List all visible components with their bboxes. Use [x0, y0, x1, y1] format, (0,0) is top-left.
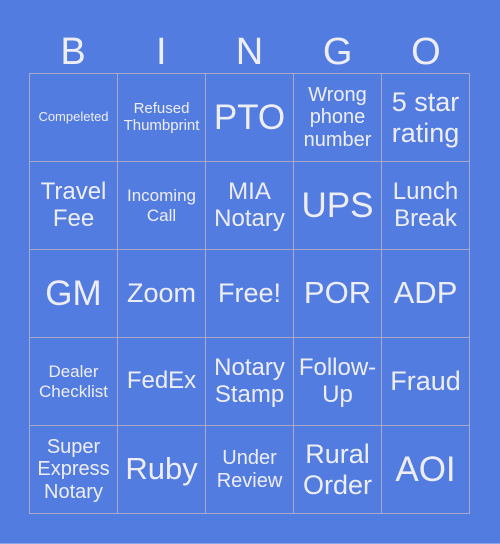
bingo-cell[interactable]: Follow-Up [294, 338, 382, 426]
bingo-cell-label: PTO [213, 97, 286, 137]
bingo-cell-label: Fraud [390, 366, 461, 397]
header-letter-i: I [156, 31, 167, 73]
bingo-cell[interactable]: Wrong phone number [294, 74, 382, 162]
bingo-cell-label: ADP [393, 275, 458, 311]
bingo-cell-label: UPS [301, 185, 374, 225]
bingo-cell-label: Compeleted [38, 109, 109, 125]
bingo-cell-label: Super Express Notary [37, 435, 110, 503]
bingo-cell[interactable]: Zoom [118, 250, 206, 338]
bingo-cell-label: 5 star rating [391, 87, 460, 148]
bingo-cell[interactable]: Refused Thumbprint [118, 74, 206, 162]
bingo-cell-label: GM [45, 273, 102, 313]
bingo-cell[interactable]: ADP [382, 250, 470, 338]
bingo-cell-label: Rural Order [302, 439, 373, 500]
bingo-cell[interactable]: Compeleted [30, 74, 118, 162]
bingo-cell[interactable]: UPS [294, 162, 382, 250]
bingo-cell[interactable]: Free! [206, 250, 294, 338]
bingo-cell-label: Notary Stamp [214, 353, 285, 408]
bingo-cell[interactable]: Ruby [118, 426, 206, 514]
bingo-card: Compeleted Refused Thumbprint PTO Wrong pho… [29, 73, 470, 514]
bingo-cell-label: POR [303, 275, 372, 311]
bingo-cell-label: Refused Thumbprint [123, 99, 200, 134]
bingo-cell[interactable]: Under Review [206, 426, 294, 514]
bingo-cell-label: Lunch Break [392, 177, 459, 232]
bingo-cell[interactable]: 5 star rating [382, 74, 470, 162]
bingo-cell[interactable]: POR [294, 250, 382, 338]
bingo-cell-label: AOI [395, 449, 456, 489]
header-letter-o: O [411, 31, 441, 73]
bingo-cell[interactable]: Travel Fee [30, 162, 118, 250]
bingo-cell[interactable]: FedEx [118, 338, 206, 426]
header-letter-n: N [235, 31, 264, 73]
bingo-cell-label: Under Review [216, 447, 283, 492]
bingo-cell-label: Wrong phone number [303, 83, 372, 151]
bingo-cell[interactable]: PTO [206, 74, 294, 162]
bingo-cell-label: Ruby [125, 451, 198, 487]
bingo-cell-label: Travel Fee [40, 177, 107, 232]
header-letter-b: B [60, 31, 86, 73]
bingo-cell[interactable]: MIA Notary [206, 162, 294, 250]
bingo-cell[interactable]: Rural Order [294, 426, 382, 514]
bingo-header: B I N G O [29, 30, 470, 74]
bingo-cell-label: FedEx [126, 367, 197, 395]
bingo-cell[interactable]: Notary Stamp [206, 338, 294, 426]
bingo-cell-label: Free! [217, 278, 282, 309]
bingo-cell[interactable]: Incoming Call [118, 162, 206, 250]
header-letter-g: G [322, 31, 353, 73]
bingo-cell[interactable]: GM [30, 250, 118, 338]
bingo-cell[interactable]: AOI [382, 426, 470, 514]
bingo-cell[interactable]: Fraud [382, 338, 470, 426]
bingo-cell[interactable]: Super Express Notary [30, 426, 118, 514]
bingo-cell-label: Zoom [126, 278, 197, 309]
bingo-cell-label: MIA Notary [214, 177, 285, 232]
bingo-cell-label: Incoming Call [127, 186, 196, 225]
bingo-cell[interactable]: Dealer Checklist [30, 338, 118, 426]
bingo-cell-label: Dealer Checklist [39, 362, 108, 401]
bingo-cell[interactable]: Lunch Break [382, 162, 470, 250]
bingo-cell-label: Follow-Up [298, 353, 377, 408]
